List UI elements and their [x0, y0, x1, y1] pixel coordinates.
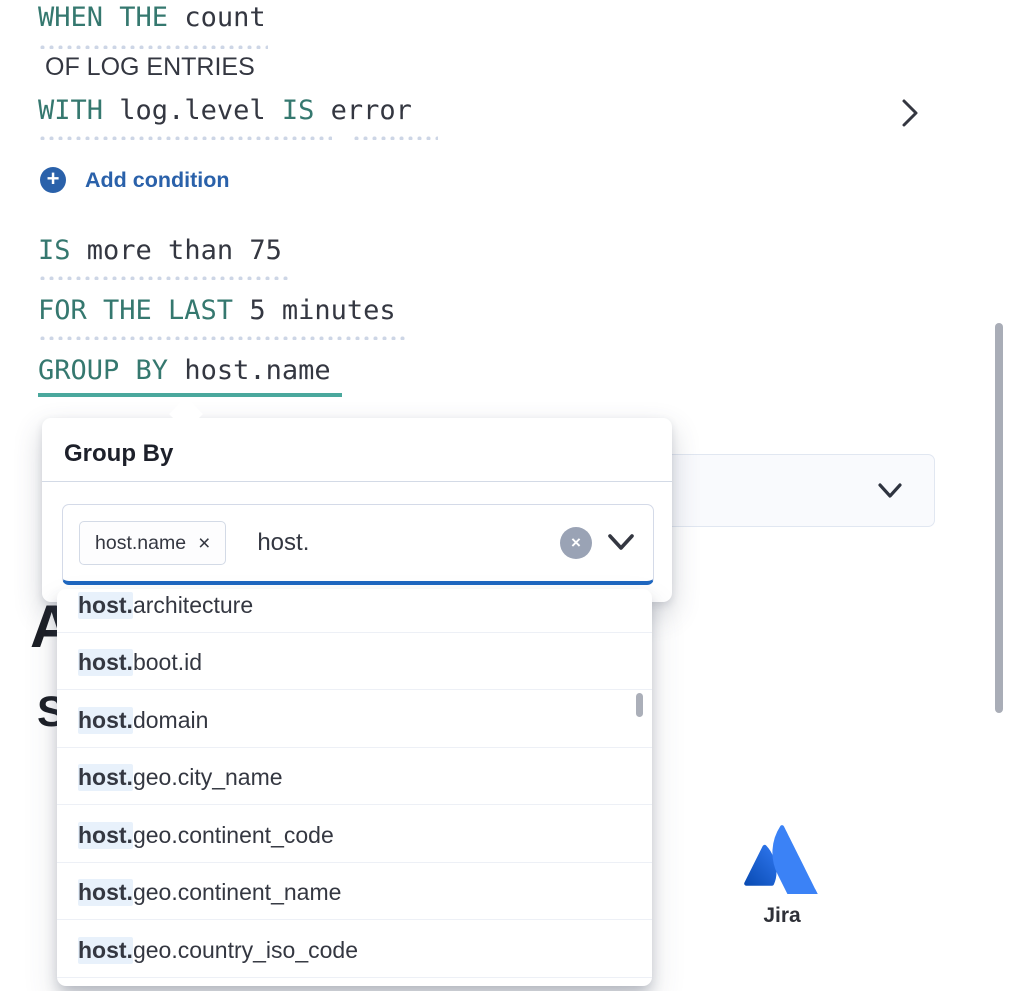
field-suggestion-item[interactable]: host.architecture [57, 589, 652, 633]
suggestion-rest-text: geo.country_iso_code [133, 937, 358, 964]
when-keyword: WHEN THE [38, 2, 168, 33]
groupby-keyword: GROUP BY [38, 355, 168, 386]
when-value: count [184, 2, 265, 33]
selected-field-pill[interactable]: host.name × [79, 521, 226, 565]
threshold-keyword: IS [38, 235, 71, 266]
when-expression[interactable]: WHEN THE count [38, 2, 266, 34]
groupby-value: host.name [184, 355, 330, 386]
when-dotted-underline [38, 44, 268, 49]
suggestion-match-text: host. [78, 649, 133, 676]
groupby-combobox[interactable]: host.name × host. × [62, 504, 654, 585]
with-dotted-underline [38, 135, 332, 140]
window-keyword: FOR THE LAST [38, 295, 233, 326]
with-field-value: log.level [119, 95, 265, 126]
suggestion-rest-text: domain [133, 707, 208, 734]
suggestion-match-text: host. [78, 879, 133, 906]
suggestion-match-text: host. [78, 592, 133, 619]
with-value: error [331, 95, 412, 126]
chevron-down-icon [876, 479, 904, 503]
field-suggestion-item[interactable]: host.boot.id [57, 633, 652, 691]
combobox-input[interactable]: host. [257, 529, 560, 557]
window-dotted-underline [38, 335, 408, 340]
pill-remove-icon[interactable]: × [198, 533, 210, 554]
field-suggestion-panel: host.architecturehost.boot.idhost.domain… [57, 589, 652, 986]
field-suggestion-item[interactable]: host.geo.country_iso_code [57, 920, 652, 978]
combobox-caret-button[interactable] [605, 531, 637, 555]
suggestion-rest-text: geo.continent_code [133, 822, 334, 849]
suggestion-rest-text: architecture [133, 592, 253, 619]
rule-builder-screen: WHEN THE count OF LOG ENTRIES WITH log.l… [0, 0, 1009, 991]
jira-icon [743, 818, 821, 894]
window-expression[interactable]: FOR THE LAST 5 minutes [38, 295, 396, 327]
popover-divider [42, 481, 672, 482]
action-type-jira-card[interactable]: Jira [740, 818, 824, 928]
chevron-down-icon [605, 531, 637, 555]
chevron-right-icon [896, 96, 924, 130]
suggestion-scrollbar-thumb[interactable] [636, 693, 643, 717]
with-operator: IS [282, 95, 315, 126]
plus-circle-icon: + [40, 167, 66, 193]
field-suggestion-item[interactable]: host.geo.continent_name [57, 863, 652, 921]
window-value: 5 minutes [249, 295, 395, 326]
add-condition-label: Add condition [85, 168, 230, 193]
selected-field-pill-label: host.name [95, 532, 186, 555]
groupby-popover: Group By host.name × host. × [42, 418, 672, 602]
expand-condition-button[interactable] [896, 96, 924, 130]
with-expression[interactable]: WITH log.level IS error [38, 95, 412, 127]
threshold-dotted-underline [38, 275, 290, 280]
field-suggestion-list: host.architecturehost.boot.idhost.domain… [57, 589, 652, 978]
suggestion-match-text: host. [78, 822, 133, 849]
groupby-expression[interactable]: GROUP BY host.name [38, 355, 331, 387]
suggestion-match-text: host. [78, 937, 133, 964]
jira-card-label: Jira [740, 904, 824, 928]
suggestion-match-text: host. [78, 764, 133, 791]
groupby-active-underline [38, 393, 342, 397]
threshold-value: more than 75 [87, 235, 282, 266]
suggestion-rest-text: boot.id [133, 649, 202, 676]
with-keyword: WITH [38, 95, 103, 126]
field-suggestion-item[interactable]: host.geo.continent_code [57, 805, 652, 863]
with-value-dotted-underline [352, 135, 438, 140]
field-suggestion-item[interactable]: host.geo.city_name [57, 748, 652, 806]
page-scrollbar-thumb[interactable] [995, 323, 1003, 713]
field-suggestion-item[interactable]: host.domain [57, 690, 652, 748]
suggestion-match-text: host. [78, 707, 133, 734]
suggestion-rest-text: geo.city_name [133, 764, 283, 791]
threshold-expression[interactable]: IS more than 75 [38, 235, 282, 267]
suggestion-rest-text: geo.continent_name [133, 879, 341, 906]
popover-title: Group By [64, 440, 173, 468]
combobox-clear-button[interactable]: × [560, 527, 592, 559]
add-condition-button[interactable]: + Add condition [40, 167, 230, 193]
of-log-entries-label: OF LOG ENTRIES [45, 52, 255, 82]
